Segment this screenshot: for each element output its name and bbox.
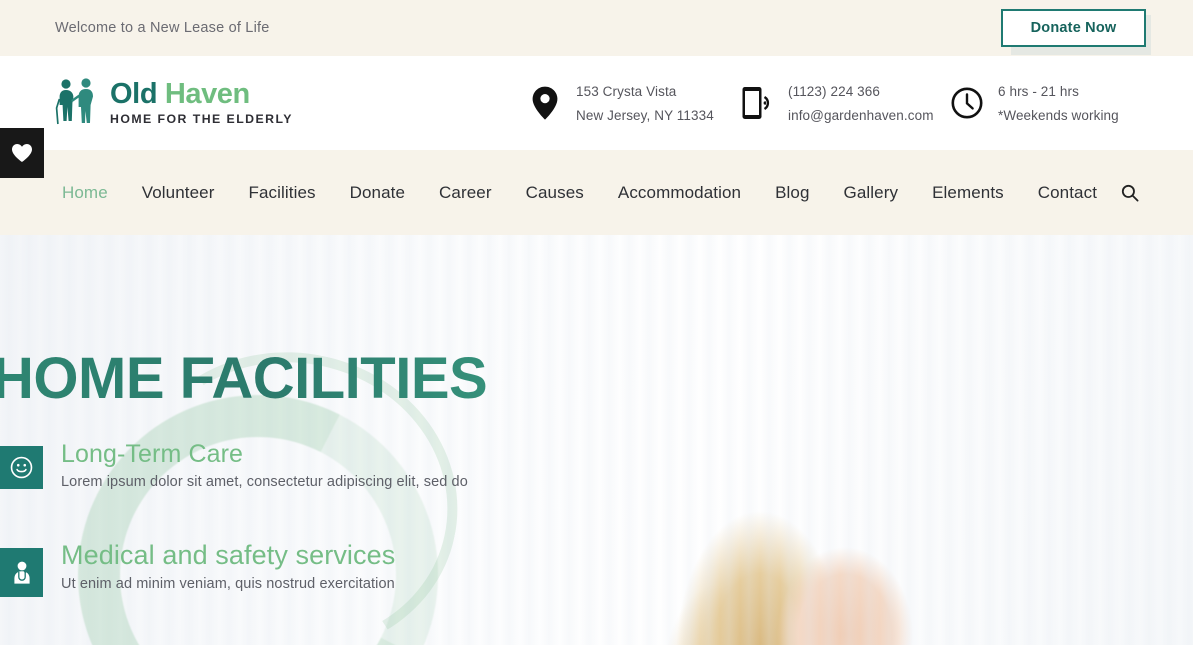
nav-item-home[interactable]: Home xyxy=(62,183,125,203)
top-announcement-bar: Welcome to a New Lease of Life Donate No… xyxy=(0,0,1193,56)
nav-item-career[interactable]: Career xyxy=(422,183,509,203)
nav-item-contact[interactable]: Contact xyxy=(1021,183,1114,203)
logo-word-haven: Haven xyxy=(164,78,250,111)
logo-word-old: Old xyxy=(110,78,158,111)
nav-item-gallery[interactable]: Gallery xyxy=(827,183,916,203)
logo-tagline: HOME FOR THE ELDERLY xyxy=(110,112,293,127)
nav-item-facilities[interactable]: Facilities xyxy=(232,183,333,203)
hours-range: 6 hrs - 21 hrs xyxy=(998,83,1079,99)
hero-feature-long-term-care[interactable]: Long-Term Care Lorem ipsum dolor sit ame… xyxy=(0,440,468,490)
donate-button-wrapper: Donate Now xyxy=(1001,9,1151,55)
hero-feature-medical-safety[interactable]: Medical and safety services Ut enim ad m… xyxy=(0,540,395,597)
nav-item-blog[interactable]: Blog xyxy=(758,183,826,203)
feature-description: Ut enim ad minim veniam, quis nostrud ex… xyxy=(61,576,395,592)
address-lines: 153 Crysta Vista New Jersey, NY 11334 xyxy=(576,84,714,123)
mobile-phone-icon xyxy=(740,86,774,120)
nav-item-donate[interactable]: Donate xyxy=(333,183,422,203)
hero-section: HOME FACILITIES Long-Term Care Lorem ips… xyxy=(0,235,1193,645)
nav-links: Home Volunteer Facilities Donate Career … xyxy=(62,183,1114,203)
main-navigation-bar: Home Volunteer Facilities Donate Career … xyxy=(0,128,1193,235)
nav-item-volunteer[interactable]: Volunteer xyxy=(125,183,232,203)
site-logo[interactable]: Old Haven HOME FOR THE ELDERLY xyxy=(55,77,293,129)
site-header: Old Haven HOME FOR THE ELDERLY 153 Cryst… xyxy=(0,56,1193,150)
doctor-stethoscope-icon[interactable] xyxy=(0,548,43,597)
logo-title: Old Haven xyxy=(110,80,293,109)
clock-icon xyxy=(950,87,984,119)
heart-icon-button[interactable] xyxy=(0,128,44,178)
heart-icon xyxy=(12,144,32,162)
phone-number: (1123) 224 366 xyxy=(788,83,880,99)
weekend-note: *Weekends working xyxy=(998,107,1119,123)
header-contact-group: 153 Crysta Vista New Jersey, NY 11334 (1… xyxy=(528,56,1150,150)
contact-address: 153 Crysta Vista New Jersey, NY 11334 xyxy=(528,84,740,123)
search-button[interactable] xyxy=(1119,182,1141,204)
feature-title[interactable]: Medical and safety services xyxy=(61,540,395,571)
hours-lines: 6 hrs - 21 hrs *Weekends working xyxy=(998,84,1119,123)
map-pin-icon xyxy=(528,86,562,120)
phone-lines: (1123) 224 366 info@gardenhaven.com xyxy=(788,84,934,123)
contact-hours: 6 hrs - 21 hrs *Weekends working xyxy=(950,84,1150,123)
hero-content: HOME FACILITIES Long-Term Care Lorem ips… xyxy=(0,235,660,645)
feature-title[interactable]: Long-Term Care xyxy=(61,440,468,469)
email-address: info@gardenhaven.com xyxy=(788,107,934,123)
nav-item-accommodation[interactable]: Accommodation xyxy=(601,183,758,203)
search-icon xyxy=(1121,184,1139,201)
welcome-message: Welcome to a New Lease of Life xyxy=(55,20,270,36)
address-line-2: New Jersey, NY 11334 xyxy=(576,107,714,123)
hero-heading: HOME FACILITIES xyxy=(0,345,488,412)
nav-item-causes[interactable]: Causes xyxy=(509,183,601,203)
feature-text-block: Long-Term Care Lorem ipsum dolor sit ame… xyxy=(61,440,468,490)
feature-description: Lorem ipsum dolor sit amet, consectetur … xyxy=(61,474,468,490)
donate-now-button[interactable]: Donate Now xyxy=(1001,9,1146,47)
smiley-face-icon[interactable] xyxy=(0,446,43,489)
address-line-1: 153 Crysta Vista xyxy=(576,83,677,99)
contact-phone: (1123) 224 366 info@gardenhaven.com xyxy=(740,84,950,123)
elderly-couple-icon xyxy=(55,78,93,125)
feature-text-block: Medical and safety services Ut enim ad m… xyxy=(61,540,395,592)
nav-item-elements[interactable]: Elements xyxy=(915,183,1021,203)
logo-text-block: Old Haven HOME FOR THE ELDERLY xyxy=(110,80,293,127)
